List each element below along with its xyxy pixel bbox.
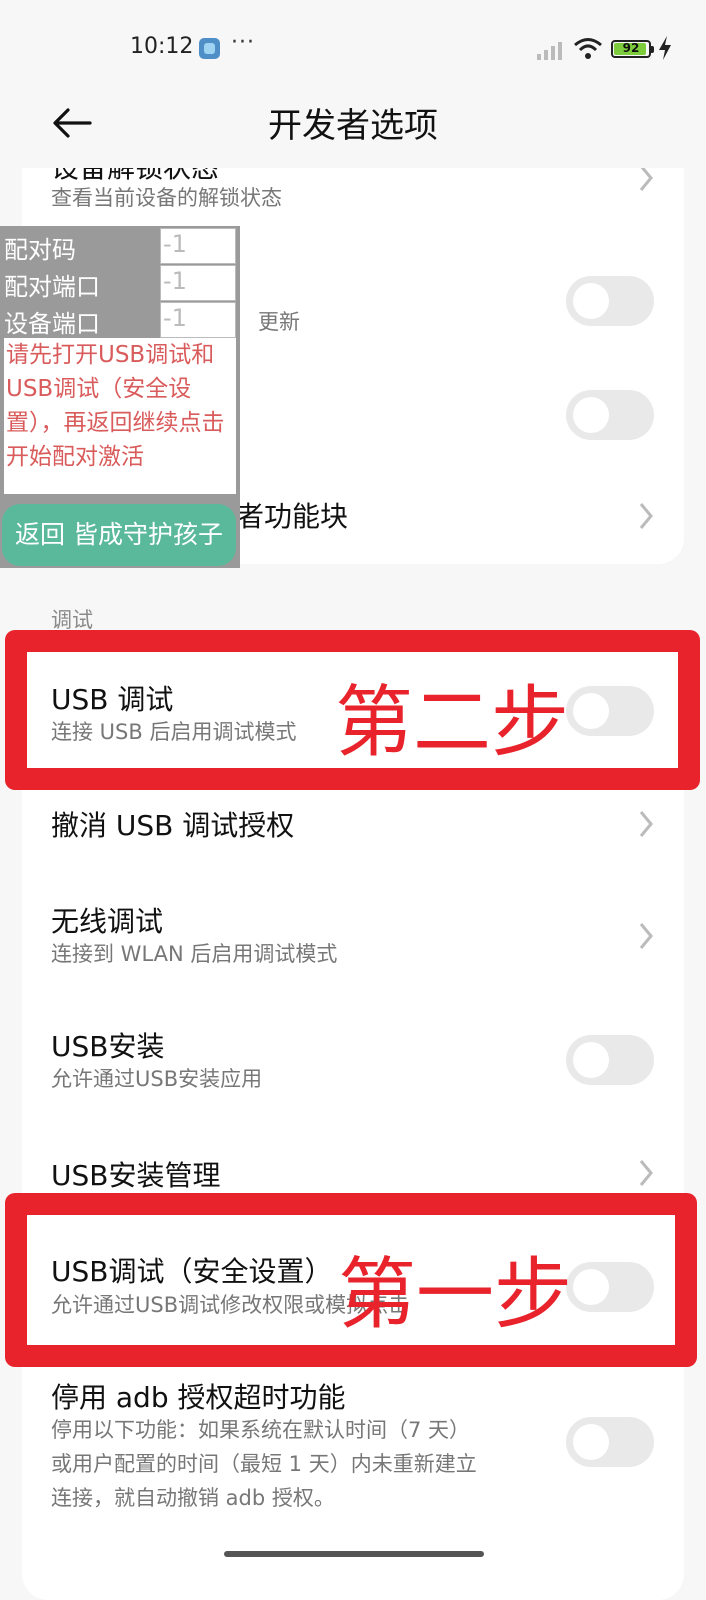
status-time: 10:12 bbox=[130, 34, 194, 59]
page-title: 开发者选项 bbox=[268, 106, 438, 146]
pairing-instruction-message: 请先打开USB调试和USB调试（安全设置），再返回继续点击开始配对激活 bbox=[4, 338, 236, 494]
row-subtitle: 查看当前设备的解锁状态 bbox=[51, 186, 282, 210]
row-subtitle: 允许通过USB安装应用 bbox=[51, 1067, 263, 1091]
row-title: 停用 adb 授权超时功能 bbox=[51, 1381, 346, 1414]
device-port-label: 设备端口 bbox=[4, 310, 100, 338]
chevron-right-icon bbox=[639, 503, 653, 529]
annotation-step1: 第一步 bbox=[338, 1250, 573, 1340]
chevron-right-icon bbox=[639, 811, 653, 837]
row-subtitle-line3: 连接，就自动撤销 adb 授权。 bbox=[51, 1486, 335, 1510]
row-wireless-debugging[interactable]: 无线调试 连接到 WLAN 后启用调试模式 bbox=[22, 880, 684, 990]
row-title: 者功能块 bbox=[236, 500, 349, 533]
device-port-input[interactable]: -1 bbox=[160, 302, 236, 338]
pair-port-input[interactable]: -1 bbox=[160, 265, 236, 301]
chevron-right-icon bbox=[639, 923, 653, 949]
app-notification-icon bbox=[199, 38, 220, 59]
row-disable-adb-timeout[interactable]: 停用 adb 授权超时功能 停用以下功能：如果系统在默认时间（7 天） 或用户配… bbox=[22, 1370, 684, 1520]
toggle-switch[interactable] bbox=[566, 276, 654, 326]
home-indicator[interactable] bbox=[224, 1551, 484, 1557]
row-subtitle: 更新 bbox=[258, 310, 300, 334]
row-subtitle: 连接到 WLAN 后启用调试模式 bbox=[51, 942, 338, 966]
signal-icon bbox=[537, 42, 562, 60]
row-title: 无线调试 bbox=[51, 905, 164, 938]
chevron-right-icon bbox=[639, 1160, 653, 1186]
row-title: USB安装管理 bbox=[51, 1159, 221, 1192]
pairing-overlay: 配对码 -1 配对端口 -1 设备端口 -1 请先打开USB调试和USB调试（安… bbox=[0, 226, 240, 568]
row-title: 撤消 USB 调试授权 bbox=[51, 809, 295, 842]
row-title: USB安装 bbox=[51, 1030, 165, 1063]
battery-icon: 92 bbox=[611, 40, 654, 58]
status-bar: 10:12 ··· 92 bbox=[0, 0, 706, 96]
toggle-usb-install[interactable] bbox=[566, 1035, 654, 1085]
toggle-switch[interactable] bbox=[566, 390, 654, 440]
return-button[interactable]: 返回 皆成守护孩子 bbox=[2, 504, 236, 566]
charging-icon bbox=[659, 36, 671, 60]
pair-code-label: 配对码 bbox=[4, 236, 76, 264]
row-subtitle-line1: 停用以下功能：如果系统在默认时间（7 天） bbox=[51, 1418, 471, 1442]
battery-level: 92 bbox=[622, 41, 640, 55]
app-header: 开发者选项 bbox=[0, 96, 706, 168]
row-revoke-usb-auth[interactable]: 撤消 USB 调试授权 bbox=[22, 780, 684, 870]
wifi-icon bbox=[574, 38, 602, 59]
annotation-step2: 第二步 bbox=[335, 678, 570, 768]
more-notifications-icon: ··· bbox=[231, 30, 255, 55]
toggle-disable-adb-timeout[interactable] bbox=[566, 1417, 654, 1467]
pair-port-label: 配对端口 bbox=[4, 273, 100, 301]
row-subtitle-line2: 或用户配置的时间（最短 1 天）内未重新建立 bbox=[51, 1452, 477, 1476]
pair-code-input[interactable]: -1 bbox=[160, 228, 236, 264]
row-usb-install[interactable]: USB安装 允许通过USB安装应用 bbox=[22, 1005, 684, 1115]
